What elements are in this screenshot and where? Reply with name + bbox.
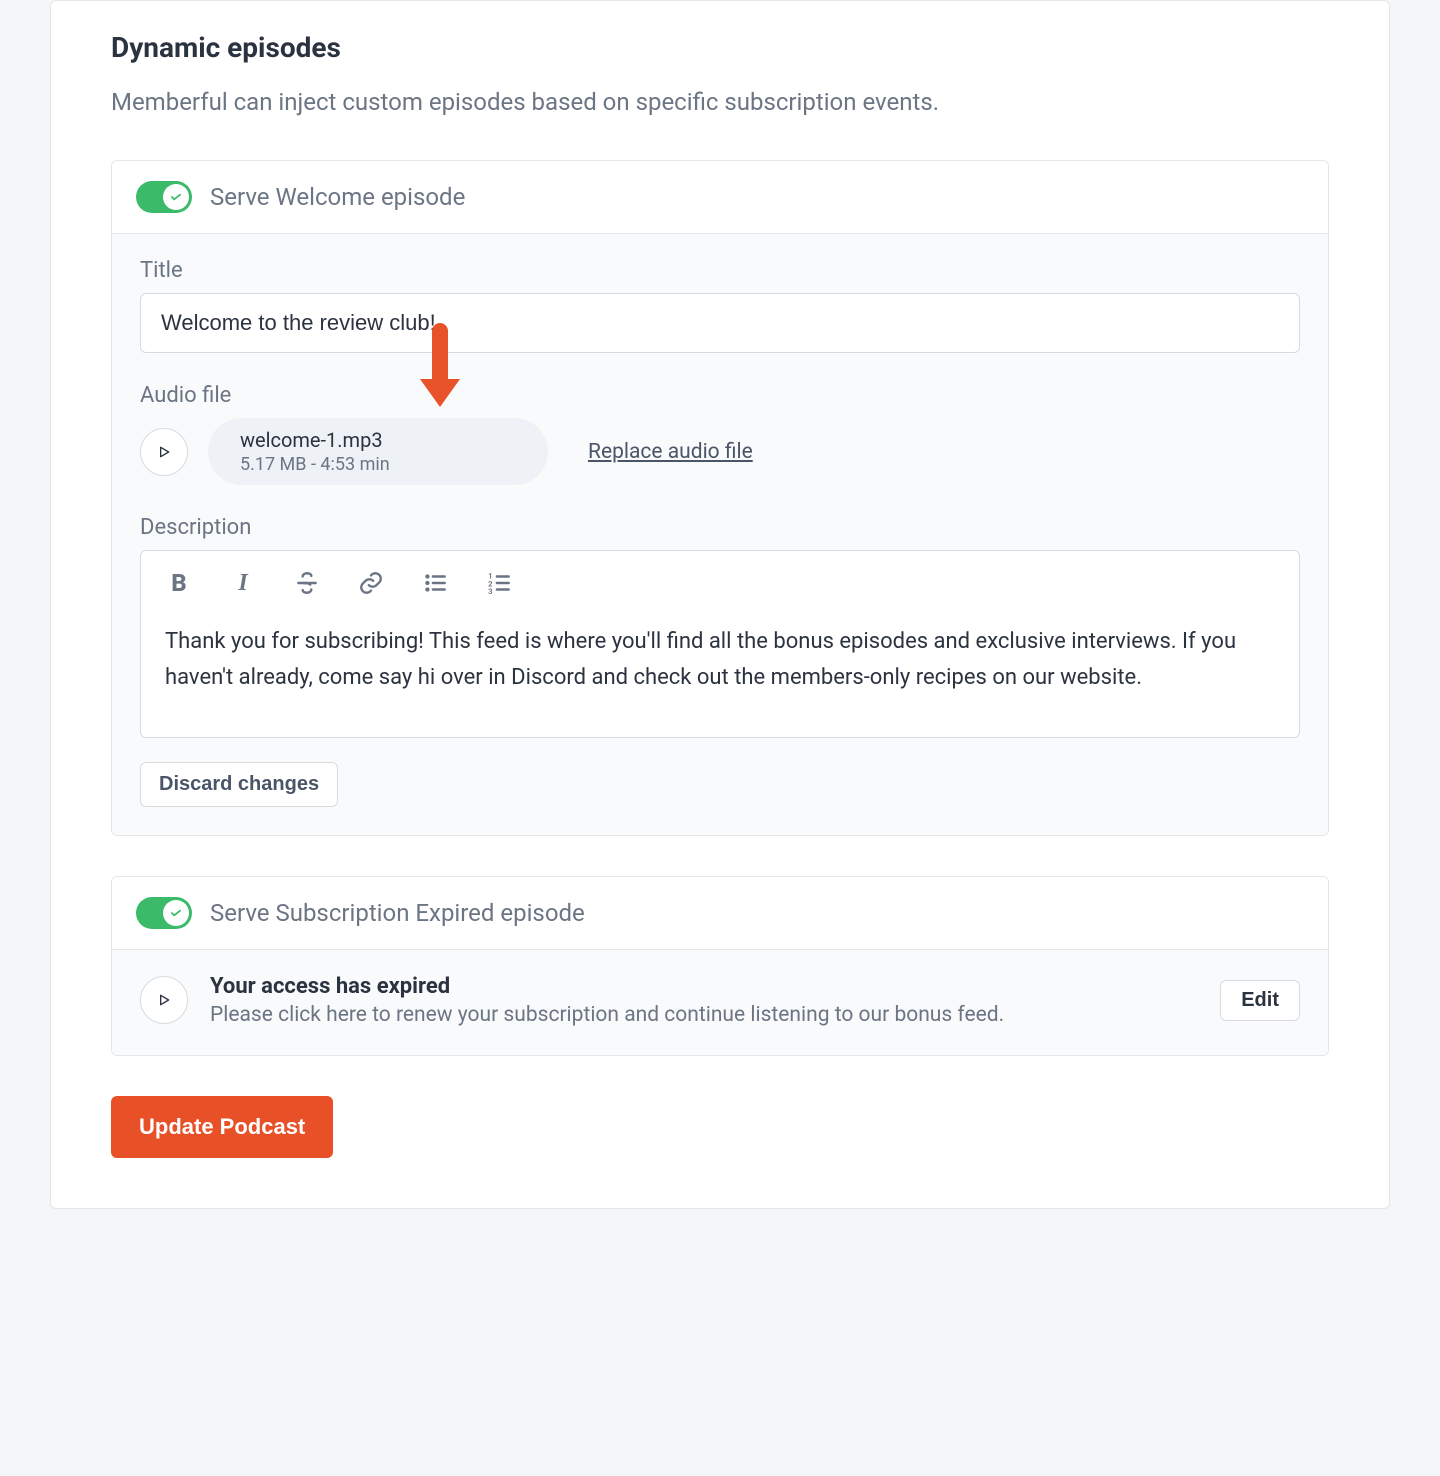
toggle-knob [163,184,189,210]
editor-toolbar: B I [141,551,1299,616]
bold-button[interactable]: B [165,569,193,597]
svg-text:3: 3 [488,587,492,596]
audio-field-label: Audio file [140,383,1300,408]
welcome-episode-panel: Serve Welcome episode Title Audio file [111,160,1329,836]
expired-panel-body: Your access has expired Please click her… [112,950,1328,1055]
welcome-toggle[interactable] [136,181,192,213]
welcome-panel-body: Title Audio file [112,234,1328,835]
play-button-expired[interactable] [140,976,188,1024]
audio-filename: welcome-1.mp3 [240,428,516,452]
link-icon [358,570,384,596]
expired-description: Please click here to renew your subscrip… [210,1003,1198,1027]
play-icon [156,444,172,460]
play-button[interactable] [140,428,188,476]
welcome-toggle-label: Serve Welcome episode [210,183,465,211]
description-field-label: Description [140,515,1300,540]
expired-toggle-label: Serve Subscription Expired episode [210,899,585,927]
edit-expired-button[interactable]: Edit [1220,980,1300,1021]
audio-file-pill: welcome-1.mp3 5.17 MB - 4:53 min [208,418,548,485]
numbered-list-button[interactable]: 1 2 3 [485,569,513,597]
audio-file-meta: 5.17 MB - 4:53 min [240,454,516,475]
expired-toggle[interactable] [136,897,192,929]
italic-button[interactable]: I [229,569,257,597]
discard-changes-button[interactable]: Discard changes [140,762,338,807]
bullet-list-icon [422,570,448,596]
replace-audio-link[interactable]: Replace audio file [588,440,753,464]
strikethrough-button[interactable] [293,569,321,597]
expired-panel-header: Serve Subscription Expired episode [112,877,1328,950]
link-button[interactable] [357,569,385,597]
play-icon [156,992,172,1008]
expired-title: Your access has expired [210,974,1198,999]
numbered-list-icon: 1 2 3 [486,570,512,596]
audio-section: Audio file welcome-1.mp3 5.17 MB - 4:53 … [140,383,1300,485]
description-textarea[interactable]: Thank you for subscribing! This feed is … [141,616,1299,737]
check-icon [169,190,183,204]
bullet-list-button[interactable] [421,569,449,597]
title-field-label: Title [140,258,1300,283]
expired-summary: Your access has expired Please click her… [210,974,1198,1027]
title-input[interactable] [140,293,1300,353]
update-podcast-button[interactable]: Update Podcast [111,1096,333,1158]
toggle-knob [163,900,189,926]
strikethrough-icon [294,570,320,596]
description-editor: B I [140,550,1300,738]
expired-episode-panel: Serve Subscription Expired episode Your … [111,876,1329,1056]
section-title: Dynamic episodes [111,31,1329,64]
check-icon [169,906,183,920]
section-subtitle: Memberful can inject custom episodes bas… [111,84,1329,120]
welcome-panel-header: Serve Welcome episode [112,161,1328,234]
